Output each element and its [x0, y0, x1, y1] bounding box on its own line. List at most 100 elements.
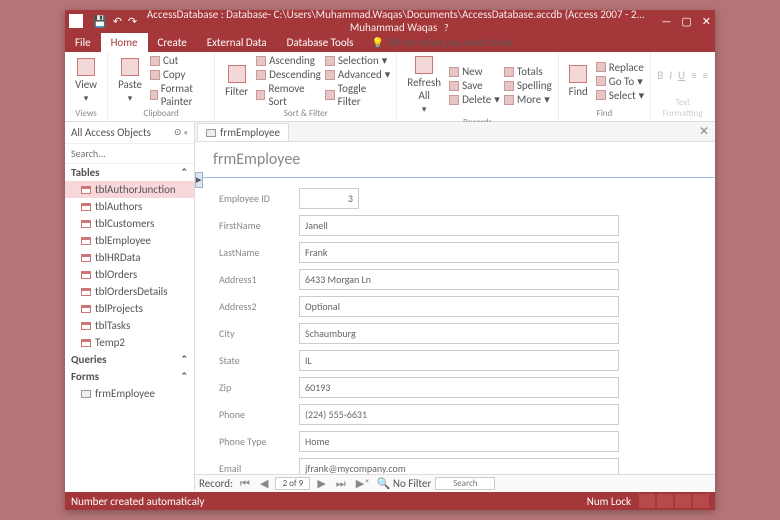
- table-item-tasks[interactable]: tblTasks: [65, 317, 194, 334]
- select-icon: [596, 90, 606, 100]
- employee-id-field[interactable]: [299, 188, 359, 209]
- new-button[interactable]: New: [449, 65, 500, 78]
- prev-record-button[interactable]: ◀: [257, 477, 271, 490]
- label-addr1: Address1: [219, 273, 299, 286]
- datasheet-view-button[interactable]: [657, 494, 673, 508]
- group-title-textfmt: Text Formatting: [657, 97, 708, 119]
- doc-tab-frmemployee[interactable]: frmEmployee: [197, 123, 289, 141]
- ribbon-group-textfmt: B I U ≡ ≡ Text Formatting: [651, 52, 715, 121]
- nav-header[interactable]: All Access Objects⊙ «: [65, 122, 194, 144]
- document-area: frmEmployee ✕ ▸ frmEmployee Employee ID …: [195, 122, 715, 492]
- doc-close-button[interactable]: ✕: [693, 122, 715, 141]
- zip-field[interactable]: [299, 377, 619, 398]
- email-field[interactable]: [299, 458, 619, 474]
- close-button[interactable]: ✕: [702, 15, 711, 28]
- ascending-button[interactable]: Ascending: [256, 54, 321, 67]
- italic-button[interactable]: I: [669, 69, 672, 82]
- minimize-button[interactable]: —: [661, 15, 671, 28]
- table-icon: [81, 220, 91, 228]
- save-icon[interactable]: 💾: [93, 15, 107, 28]
- chevron-down-icon: ⊙ «: [174, 127, 188, 138]
- filter-icon: [228, 65, 246, 83]
- selection-button[interactable]: Selection ▾: [325, 54, 390, 67]
- form-view-button[interactable]: [639, 494, 655, 508]
- form-item-frmemployee[interactable]: frmEmployee: [65, 385, 194, 402]
- undo-icon[interactable]: ↶: [113, 15, 122, 28]
- phonetype-field[interactable]: [299, 431, 619, 452]
- tab-create[interactable]: Create: [148, 33, 197, 52]
- nav-group-tables[interactable]: Tables⌃: [65, 164, 194, 181]
- lastname-field[interactable]: [299, 242, 619, 263]
- record-search-input[interactable]: [435, 477, 495, 490]
- underline-button[interactable]: U: [678, 69, 685, 82]
- toggle-filter-button[interactable]: Toggle Filter: [325, 82, 390, 108]
- address2-field[interactable]: [299, 296, 619, 317]
- spelling-button[interactable]: Spelling: [504, 79, 552, 92]
- collapse-icon: ⌃: [180, 371, 188, 382]
- search-input[interactable]: [65, 144, 194, 163]
- city-field[interactable]: [299, 323, 619, 344]
- navigation-pane: All Access Objects⊙ « Tables⌃ tblAuthorJ…: [65, 122, 195, 492]
- delete-button[interactable]: Delete ▾: [449, 93, 500, 106]
- recnav-label: Record:: [199, 477, 233, 490]
- new-record-button[interactable]: ▶*: [353, 477, 373, 490]
- find-button[interactable]: Find: [565, 63, 592, 100]
- ribbon-group-views: View▾ Views: [65, 52, 108, 121]
- sigma-icon: [504, 67, 514, 77]
- state-field[interactable]: [299, 350, 619, 371]
- goto-button[interactable]: Go To ▾: [596, 75, 644, 88]
- table-item-author-junction[interactable]: tblAuthorJunction: [65, 181, 194, 198]
- totals-button[interactable]: Totals: [504, 65, 552, 78]
- record-selector[interactable]: ▸: [195, 172, 203, 188]
- nav-group-forms[interactable]: Forms⌃: [65, 368, 194, 385]
- firstname-field[interactable]: [299, 215, 619, 236]
- align-center-button[interactable]: ≡: [703, 69, 708, 82]
- view-button[interactable]: View▾: [71, 56, 101, 106]
- phone-field[interactable]: [299, 404, 619, 425]
- maximize-button[interactable]: ▢: [681, 15, 691, 28]
- table-item-temp2[interactable]: Temp2: [65, 334, 194, 351]
- tell-me-input[interactable]: 💡 Tell me what you want to do: [364, 33, 521, 52]
- refresh-icon: [415, 56, 433, 74]
- last-record-button[interactable]: ⏭: [333, 477, 349, 491]
- tab-home[interactable]: Home: [101, 33, 148, 52]
- more-button[interactable]: More ▾: [504, 93, 552, 106]
- table-item-orders-details[interactable]: tblOrdersDetails: [65, 283, 194, 300]
- ribbon: View▾ Views Paste▾ Cut Copy Format Paint…: [65, 52, 715, 122]
- layout-view-button[interactable]: [675, 494, 691, 508]
- tab-database-tools[interactable]: Database Tools: [277, 33, 364, 52]
- design-view-button[interactable]: [693, 494, 709, 508]
- table-item-authors[interactable]: tblAuthors: [65, 198, 194, 215]
- bold-button[interactable]: B: [657, 69, 663, 82]
- tab-external-data[interactable]: External Data: [197, 33, 277, 52]
- table-item-orders[interactable]: tblOrders: [65, 266, 194, 283]
- replace-icon: [596, 62, 606, 72]
- table-item-customers[interactable]: tblCustomers: [65, 215, 194, 232]
- advanced-button[interactable]: Advanced ▾: [325, 68, 390, 81]
- remove-sort-button[interactable]: Remove Sort: [256, 82, 321, 108]
- copy-button[interactable]: Copy: [150, 68, 208, 81]
- nav-group-queries[interactable]: Queries⌃: [65, 351, 194, 368]
- record-position-input[interactable]: [275, 477, 310, 490]
- table-item-projects[interactable]: tblProjects: [65, 300, 194, 317]
- redo-icon[interactable]: ↷: [128, 15, 137, 28]
- select-button[interactable]: Select ▾: [596, 89, 644, 102]
- address1-field[interactable]: [299, 269, 619, 290]
- refresh-button[interactable]: Refresh All▾: [403, 54, 445, 117]
- cut-button[interactable]: Cut: [150, 54, 208, 67]
- table-item-hrdata[interactable]: tblHRData: [65, 249, 194, 266]
- align-left-button[interactable]: ≡: [691, 69, 696, 82]
- format-painter-button[interactable]: Format Painter: [150, 82, 208, 108]
- tab-file[interactable]: File: [65, 33, 101, 52]
- replace-button[interactable]: Replace: [596, 61, 644, 74]
- descending-button[interactable]: Descending: [256, 68, 321, 81]
- paste-icon: [121, 58, 139, 76]
- paste-button[interactable]: Paste▾: [114, 56, 146, 106]
- label-email: Email: [219, 462, 299, 474]
- filter-button[interactable]: Filter: [221, 63, 252, 100]
- first-record-button[interactable]: ⏮: [237, 477, 253, 491]
- save-button[interactable]: Save: [449, 79, 500, 92]
- table-item-employee[interactable]: tblEmployee: [65, 232, 194, 249]
- next-record-button[interactable]: ▶: [314, 477, 328, 490]
- quick-access-toolbar: 💾 ↶ ↷: [69, 14, 137, 28]
